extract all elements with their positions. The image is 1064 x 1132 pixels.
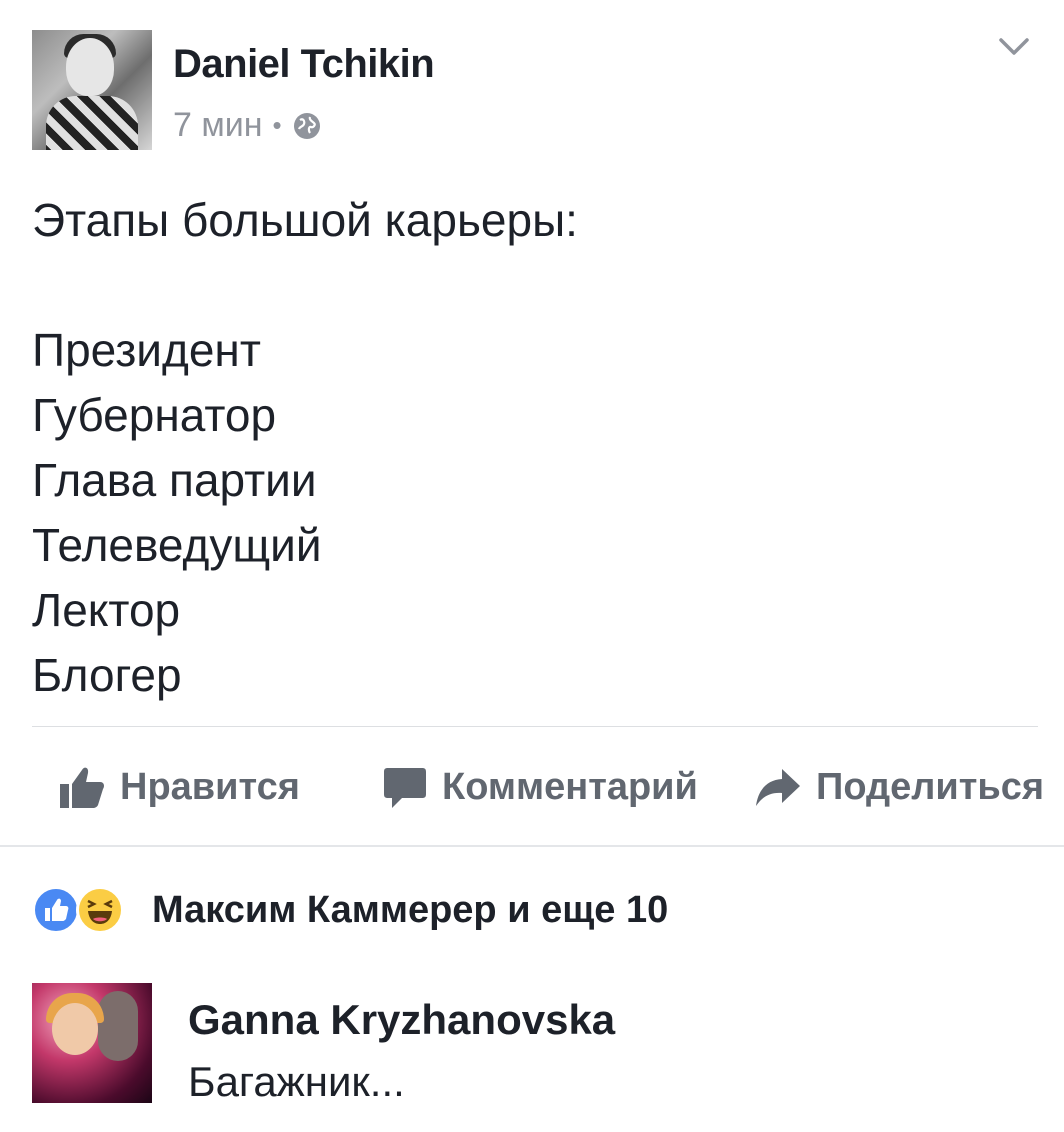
share-arrow-icon (756, 769, 800, 806)
meta-separator: • (272, 110, 282, 140)
author-avatar[interactable] (32, 30, 152, 150)
post-text-line: Лектор (32, 584, 181, 636)
divider (0, 845, 1064, 847)
share-label: Поделиться (816, 765, 1045, 808)
author-name[interactable]: Daniel Tchikin (173, 42, 435, 87)
post-text-line: Этапы большой карьеры: (32, 194, 578, 246)
haha-badge-icon (76, 886, 124, 934)
action-bar: Нравится Комментарий Поделиться (0, 755, 1064, 819)
share-button[interactable]: Поделиться (754, 755, 1044, 819)
reactions-summary-text: Максим Каммерер и еще 10 (152, 888, 669, 931)
comment-label: Комментарий (442, 765, 698, 808)
post-time[interactable]: 7 мин (173, 106, 263, 145)
post-text-line: Телеведущий (32, 519, 322, 571)
like-button[interactable]: Нравится (58, 755, 300, 819)
reaction-icons (32, 882, 132, 938)
like-badge-icon (32, 886, 80, 934)
post-text-line: Блогер (32, 649, 182, 701)
globe-icon (293, 112, 320, 139)
post-text-line: Президент (32, 324, 261, 376)
post-text-line: Губернатор (32, 389, 277, 441)
chevron-down-icon[interactable] (997, 32, 1031, 60)
comment-bubble-icon (384, 768, 426, 808)
like-label: Нравится (120, 765, 300, 808)
thumbs-up-icon (60, 767, 104, 808)
post-text: Этапы большой карьеры: Президент Губерна… (32, 188, 1032, 708)
post-meta: 7 мин • (173, 106, 322, 145)
commenter-name[interactable]: Ganna Kryzhanovska (188, 996, 615, 1044)
divider (32, 726, 1038, 727)
comment-text: Багажник... (188, 1058, 405, 1105)
commenter-avatar[interactable] (32, 983, 152, 1103)
post-text-blank-line (32, 253, 1032, 318)
post-text-line: Глава партии (32, 454, 317, 506)
comment-button[interactable]: Комментарий (382, 755, 698, 819)
reactions-summary[interactable]: Максим Каммерер и еще 10 (32, 882, 668, 938)
